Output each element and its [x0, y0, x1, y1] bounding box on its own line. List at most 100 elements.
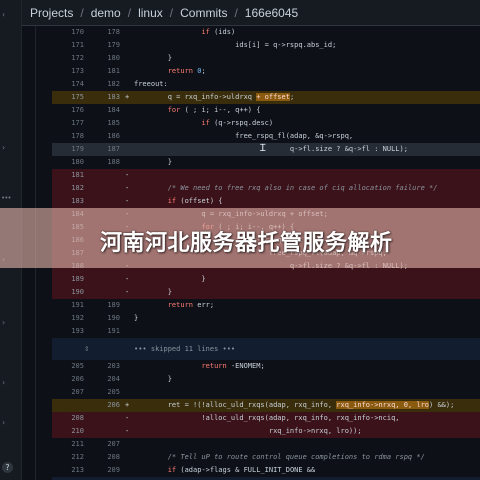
- breadcrumb-separator: /: [169, 5, 174, 20]
- old-line-number[interactable]: 213: [58, 464, 84, 477]
- old-line-number[interactable]: 182: [58, 182, 84, 195]
- breadcrumb: Projects / demo / linux / Commits / 166e6045: [22, 0, 480, 26]
- change-marker: -: [125, 288, 130, 296]
- code-text: }: [134, 314, 139, 322]
- breadcrumb-item[interactable]: linux: [138, 6, 163, 20]
- old-line-number[interactable]: 176: [58, 104, 84, 117]
- code-text: free_rspq_fl(adap, &q->rspq,: [134, 132, 354, 140]
- diff-line: 179 187 q->fl.size ? &q->fl : NULL);: [52, 143, 480, 156]
- new-line-number[interactable]: 188: [94, 156, 120, 169]
- new-line-number[interactable]: 203: [94, 360, 120, 373]
- old-line-number[interactable]: 205: [58, 360, 84, 373]
- new-line-number[interactable]: 182: [94, 78, 120, 91]
- old-line-number[interactable]: 177: [58, 117, 84, 130]
- old-line-number[interactable]: 189: [58, 273, 84, 286]
- diff-line: 177 185 if (q->rspq.desc): [52, 117, 480, 130]
- code-text: return err;: [167, 301, 215, 309]
- code-text: if (ids): [201, 28, 236, 36]
- old-line-number[interactable]: 171: [58, 39, 84, 52]
- new-line-number[interactable]: 180: [94, 52, 120, 65]
- code-text: /* Tell uP to route control queue comple…: [167, 453, 425, 461]
- old-line-number[interactable]: 207: [58, 386, 84, 399]
- change-marker: +: [125, 401, 130, 409]
- old-line-number[interactable]: 170: [58, 26, 84, 39]
- diff-line: 191 189 return err;: [52, 299, 480, 312]
- new-line-number[interactable]: 185: [94, 117, 120, 130]
- new-line-number[interactable]: 191: [94, 325, 120, 338]
- old-line-number[interactable]: 180: [58, 156, 84, 169]
- new-line-number[interactable]: 208: [94, 451, 120, 464]
- old-line-number[interactable]: 183: [58, 195, 84, 208]
- diff-line: 190 - }: [52, 286, 480, 299]
- diff-line: 206 + ret = !(!alloc_uld_rxqs(adap, rxq_i…: [52, 399, 480, 412]
- old-line-number[interactable]: 172: [58, 52, 84, 65]
- old-line-number[interactable]: 192: [58, 312, 84, 325]
- diff-line: 170 178 if (ids): [52, 26, 480, 39]
- change-marker: -: [125, 197, 130, 205]
- breadcrumb-item[interactable]: demo: [91, 6, 121, 20]
- diff-line: 205 203 return -ENOMEM;: [52, 360, 480, 373]
- diff-line: 189 - }: [52, 273, 480, 286]
- diff-line: 183 - if (offset) {: [52, 195, 480, 208]
- old-line-number[interactable]: 211: [58, 438, 84, 451]
- diff-line: 206 204 }: [52, 373, 480, 386]
- old-line-number[interactable]: 190: [58, 286, 84, 299]
- old-line-number[interactable]: 181: [58, 169, 84, 182]
- old-line-number[interactable]: 193: [58, 325, 84, 338]
- old-line-number[interactable]: 173: [58, 65, 84, 78]
- new-line-number[interactable]: 179: [94, 39, 120, 52]
- new-line-number[interactable]: 190: [94, 312, 120, 325]
- more-icon[interactable]: •••: [1, 194, 12, 202]
- diff-line: 192 190}: [52, 312, 480, 325]
- code-text: for ( ; i; i--, q++) {: [167, 106, 261, 114]
- new-line-number[interactable]: 206: [94, 399, 120, 412]
- code-text: q->fl.size ? &q->fl : NULL);: [134, 145, 408, 153]
- old-line-number[interactable]: 191: [58, 299, 84, 312]
- new-line-number[interactable]: 207: [94, 438, 120, 451]
- old-line-number[interactable]: 175: [58, 91, 84, 104]
- new-line-number[interactable]: 209: [94, 464, 120, 477]
- new-line-number[interactable]: 189: [94, 299, 120, 312]
- diff-line: 174 182 freeout:: [52, 78, 480, 91]
- diff-line: 181 -: [52, 169, 480, 182]
- breadcrumb-item[interactable]: Commits: [180, 6, 227, 20]
- old-line-number[interactable]: 178: [58, 130, 84, 143]
- new-line-number[interactable]: 204: [94, 373, 120, 386]
- old-line-number[interactable]: 174: [58, 78, 84, 91]
- change-marker: -: [125, 275, 130, 283]
- code-text: }: [134, 288, 172, 296]
- code-text: q = rxq_info->uldrxq + offset;: [134, 93, 295, 101]
- chevron-right-icon[interactable]: ›: [2, 418, 5, 427]
- new-line-number[interactable]: 183: [94, 91, 120, 104]
- skipped-lines-row[interactable]: ⇕ ••• skipped 11 lines •••: [52, 338, 480, 360]
- code-text: if (offset) {: [167, 197, 223, 205]
- old-line-number[interactable]: 210: [58, 425, 84, 438]
- change-marker: +: [125, 93, 130, 101]
- change-marker: -: [125, 184, 130, 192]
- diff-line: 207 205: [52, 386, 480, 399]
- change-marker: -: [125, 427, 130, 435]
- breadcrumb-separator: /: [80, 5, 84, 20]
- chevron-right-icon[interactable]: ›: [2, 143, 5, 152]
- new-line-number[interactable]: 205: [94, 386, 120, 399]
- chevron-right-icon[interactable]: ›: [2, 318, 5, 327]
- chevron-left-icon[interactable]: ‹: [2, 10, 5, 19]
- old-line-number[interactable]: 212: [58, 451, 84, 464]
- diff-line: 182 - /* We need to free rxq also in case…: [52, 182, 480, 195]
- help-icon[interactable]: ?: [2, 462, 13, 473]
- code-text: return -ENOMEM;: [201, 362, 265, 370]
- diff-line: 210 - rxq_info->nrxq, lro));: [52, 425, 480, 438]
- new-line-number[interactable]: 181: [94, 65, 120, 78]
- chevron-right-icon[interactable]: ›: [2, 378, 5, 387]
- code-text: rxq_info->nrxq, lro));: [134, 427, 362, 435]
- expand-icon[interactable]: ⇕: [84, 338, 89, 360]
- new-line-number[interactable]: 178: [94, 26, 120, 39]
- new-line-number[interactable]: 187: [94, 143, 120, 156]
- old-line-number[interactable]: 208: [58, 412, 84, 425]
- old-line-number[interactable]: 179: [58, 143, 84, 156]
- breadcrumb-item[interactable]: Projects: [30, 6, 73, 20]
- old-line-number[interactable]: 206: [58, 373, 84, 386]
- code-text: ids[i] = q->rspq.abs_id;: [134, 41, 337, 49]
- new-line-number[interactable]: 184: [94, 104, 120, 117]
- new-line-number[interactable]: 186: [94, 130, 120, 143]
